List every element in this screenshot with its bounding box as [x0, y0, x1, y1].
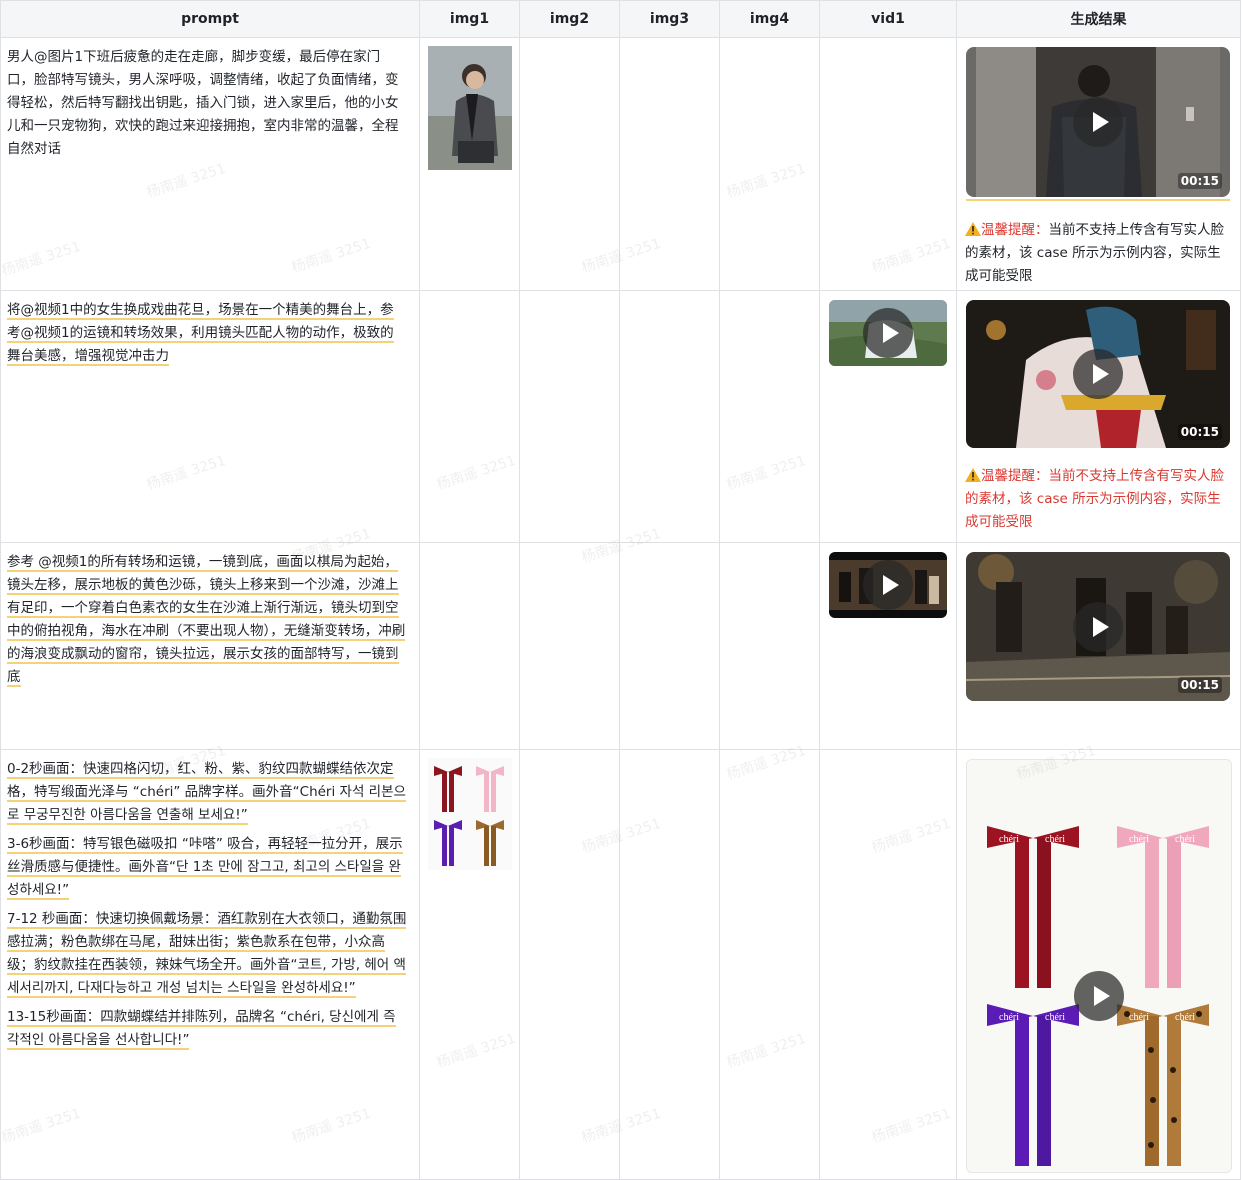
table-row: 参考 @视频1的所有转场和运镜，一镜到底，画面以棋局为起始，镜头左移，展示地板的… [0, 542, 1241, 750]
img3-cell [619, 542, 720, 750]
col-header-vid1[interactable]: vid1 [819, 0, 957, 38]
prompt-text: 将@视频1中的女生换成戏曲花旦，场景在一个精美的舞台上，参考@视频1的运镜和转场… [7, 302, 394, 366]
img1-cell [419, 749, 520, 1180]
play-icon[interactable] [863, 560, 913, 610]
col-header-img3[interactable]: img3 [619, 0, 720, 38]
prompt-cell[interactable]: 将@视频1中的女生换成戏曲花旦，场景在一个精美的舞台上，参考@视频1的运镜和转场… [0, 290, 420, 543]
prompt-paragraph: 13-15秒画面：四款蝴蝶结并排陈列，品牌名 “chéri, 당신에게 즉각적인… [7, 1006, 407, 1052]
bow-brand-text: chéri [1175, 834, 1195, 845]
warning-label: 温馨提醒： [981, 222, 1049, 238]
man-reference-image[interactable] [428, 46, 512, 170]
bow-brand-text: chéri [999, 834, 1019, 845]
result-video[interactable]: 00:15 [966, 552, 1230, 701]
prompt-text: 参考 @视频1的所有转场和运镜，一镜到底，画面以棋局为起始，镜头左移，展示地板的… [7, 554, 406, 687]
video-duration: 00:15 [1177, 424, 1222, 440]
video-duration: 00:15 [1177, 173, 1222, 189]
img4-cell [719, 749, 820, 1180]
result-cell: 00:15 温馨提醒：当前不支持上传含有写实人脸的素材，该 case 所示为示例… [956, 37, 1241, 291]
prompt-text: 0-2秒画面：快速四格闪切，红、粉、紫、豹纹四款蝴蝶结依次定格，特写缎面光泽与 … [7, 761, 406, 825]
vid1-cell [819, 749, 957, 1180]
warning-note: 温馨提醒：当前不支持上传含有写实人脸的素材，该 case 所示为示例内容，实际生… [965, 219, 1234, 288]
bow-brand-text: chéri [1045, 834, 1065, 845]
prompt-text: 男人@图片1下班后疲惫的走在走廊，脚步变缓，最后停在家门口，脸部特写镜头，男人深… [7, 49, 399, 157]
vid1-cell [819, 542, 957, 750]
table-row: 男人@图片1下班后疲惫的走在走廊，脚步变缓，最后停在家门口，脸部特写镜头，男人深… [0, 37, 1241, 291]
play-icon[interactable] [863, 308, 913, 358]
result-video[interactable]: 00:15 [966, 47, 1230, 197]
prompt-paragraph: 7-12 秒画面：快速切换佩戴场景：酒红款别在大衣领口，通勤氛围感拉满；粉色款绑… [7, 908, 407, 1000]
prompt-text: 3-6秒画面：特写银色磁吸扣 “咔嗒” 吸合，再轻轻一拉分开，展示丝滑质感与便捷… [7, 836, 403, 900]
vid1-cell [819, 290, 957, 543]
reference-video-thumbnail[interactable] [829, 300, 947, 366]
play-icon[interactable] [1074, 971, 1124, 1021]
img4-cell [719, 542, 820, 750]
img1-cell [419, 290, 520, 543]
prompt-paragraph: 将@视频1中的女生换成戏曲花旦，场景在一个精美的舞台上，参考@视频1的运镜和转场… [7, 299, 407, 368]
img2-cell [519, 290, 620, 543]
warning-note: 温馨提醒：当前不支持上传含有写实人脸的素材，该 case 所示为示例内容，实际生… [965, 465, 1234, 534]
prompt-cell[interactable]: 男人@图片1下班后疲惫的走在走廊，脚步变缓，最后停在家门口，脸部特写镜头，男人深… [0, 37, 420, 291]
play-icon[interactable] [1073, 97, 1123, 147]
col-header-img4[interactable]: img4 [719, 0, 820, 38]
result-cell: 00:15 温馨提醒：当前不支持上传含有写实人脸的素材，该 case 所示为示例… [956, 290, 1241, 543]
img3-cell [619, 749, 720, 1180]
col-header-img2[interactable]: img2 [519, 0, 620, 38]
result-video[interactable]: 00:15 [966, 300, 1230, 448]
play-icon[interactable] [1073, 349, 1123, 399]
prompt-text: 7-12 秒画面：快速切换佩戴场景：酒红款别在大衣领口，通勤氛围感拉满；粉色款绑… [7, 911, 407, 998]
bow-brand-text: chéri [1129, 834, 1149, 845]
result-video[interactable]: chéri chéri chéri chéri chéri chéri chér… [966, 759, 1232, 1173]
header-row: prompt img1 img2 img3 img4 vid1 生成结果 [0, 0, 1241, 38]
prompt-cell[interactable]: 参考 @视频1的所有转场和运镜，一镜到底，画面以棋局为起始，镜头左移，展示地板的… [0, 542, 420, 750]
img3-cell [619, 37, 720, 291]
col-header-prompt[interactable]: prompt [0, 0, 420, 38]
img2-cell [519, 542, 620, 750]
result-cell: 00:15 [956, 542, 1241, 750]
warning-icon [965, 222, 981, 236]
col-header-result[interactable]: 生成结果 [956, 0, 1241, 38]
table-row: 0-2秒画面：快速四格闪切，红、粉、紫、豹纹四款蝴蝶结依次定格，特写缎面光泽与 … [0, 749, 1241, 1180]
img4-cell [719, 37, 820, 291]
img1-cell [419, 542, 520, 750]
prompt-paragraph: 0-2秒画面：快速四格闪切，红、粉、紫、豹纹四款蝴蝶结依次定格，特写缎面光泽与 … [7, 758, 407, 827]
reference-video-thumbnail[interactable] [829, 552, 947, 618]
bow-brand-text: chéri [999, 1012, 1019, 1023]
result-cell: chéri chéri chéri chéri chéri chéri chér… [956, 749, 1241, 1180]
table-row: 将@视频1中的女生换成戏曲花旦，场景在一个精美的舞台上，参考@视频1的运镜和转场… [0, 290, 1241, 543]
img4-cell [719, 290, 820, 543]
bows-reference-image[interactable] [428, 758, 512, 870]
bow-brand-text: chéri [1045, 1012, 1065, 1023]
prompt-cell[interactable]: 0-2秒画面：快速四格闪切，红、粉、紫、豹纹四款蝴蝶结依次定格，特写缎面光泽与 … [0, 749, 420, 1180]
prompt-paragraph: 参考 @视频1的所有转场和运镜，一镜到底，画面以棋局为起始，镜头左移，展示地板的… [7, 551, 407, 689]
case-table: prompt img1 img2 img3 img4 vid1 生成结果 男人@… [0, 0, 1241, 1180]
vid1-cell [819, 37, 957, 291]
col-header-img1[interactable]: img1 [419, 0, 520, 38]
img2-cell [519, 749, 620, 1180]
prompt-text: 13-15秒画面：四款蝴蝶结并排陈列，品牌名 “chéri, 당신에게 즉각적인… [7, 1009, 396, 1050]
bow-brand-text: chéri [1175, 1012, 1195, 1023]
img1-cell [419, 37, 520, 291]
play-icon[interactable] [1073, 601, 1123, 652]
video-duration: 00:15 [1177, 677, 1222, 693]
img3-cell [619, 290, 720, 543]
bow-brand-text: chéri [1129, 1012, 1149, 1023]
warning-label: 温馨提醒： [981, 468, 1049, 484]
warning-icon [965, 468, 981, 482]
img2-cell [519, 37, 620, 291]
prompt-paragraph: 3-6秒画面：特写银色磁吸扣 “咔嗒” 吸合，再轻轻一拉分开，展示丝滑质感与便捷… [7, 833, 407, 902]
